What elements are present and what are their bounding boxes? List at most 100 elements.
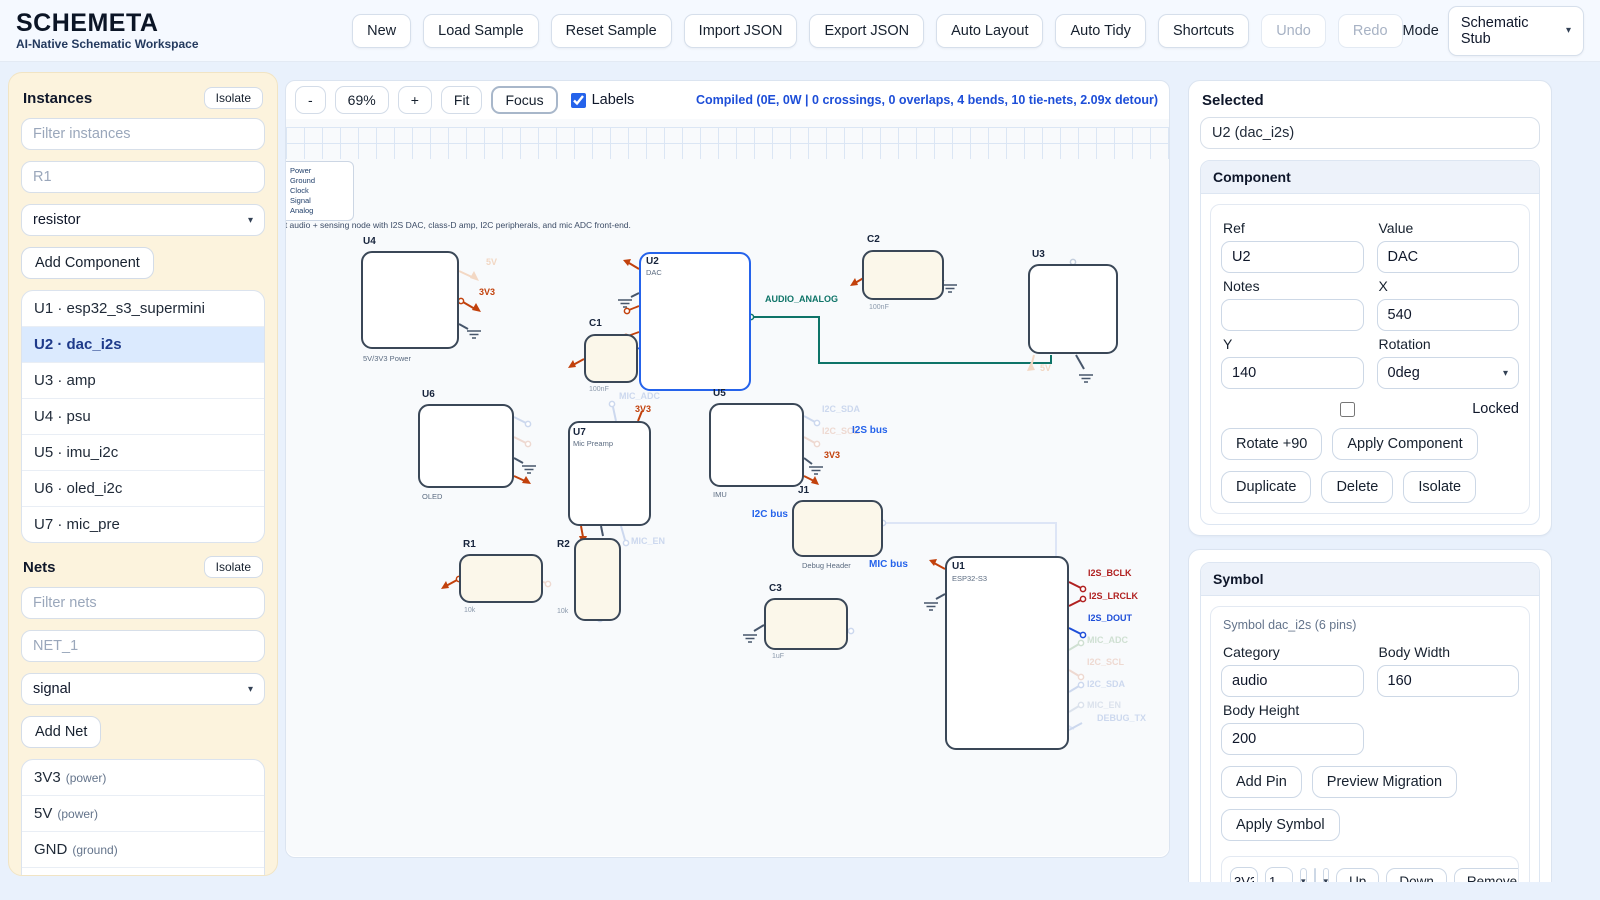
header-toolbar: New Load Sample Reset Sample Import JSON… bbox=[352, 14, 1402, 48]
canvas-panel: - 69% + Fit Focus Labels Compiled (0E, 0… bbox=[285, 80, 1170, 858]
export-json-button[interactable]: Export JSON bbox=[809, 14, 924, 48]
instances-isolate-button[interactable]: Isolate bbox=[204, 87, 263, 109]
net-type-select[interactable]: signal ▾ bbox=[21, 673, 265, 705]
right-sidebar: Selected Component Ref Value bbox=[1188, 80, 1552, 882]
net-item-gnd[interactable]: GND(ground) bbox=[22, 832, 264, 868]
instance-item-u5[interactable]: U5 · imu_i2c bbox=[22, 435, 264, 471]
instance-item-u2[interactable]: U2 · dac_i2s bbox=[22, 327, 264, 363]
new-net-input[interactable] bbox=[21, 630, 265, 662]
new-ref-input[interactable] bbox=[21, 161, 265, 193]
ref-u6: U6 bbox=[422, 389, 435, 400]
component-c1[interactable] bbox=[584, 334, 638, 383]
category-input[interactable] bbox=[1221, 665, 1364, 697]
pin-number-input[interactable] bbox=[1265, 867, 1293, 882]
component-c2[interactable] bbox=[862, 250, 944, 300]
nets-isolate-button[interactable]: Isolate bbox=[204, 556, 263, 578]
ref-r2: R2 bbox=[557, 539, 570, 550]
component-u4[interactable] bbox=[361, 251, 459, 349]
x-input[interactable] bbox=[1377, 299, 1520, 331]
zoom-out-button[interactable]: - bbox=[295, 86, 326, 114]
selected-card: Selected Component Ref Value bbox=[1188, 80, 1552, 536]
instances-list: U1 · esp32_s3_supermini U2 · dac_i2s U3 … bbox=[21, 290, 265, 543]
component-r2[interactable] bbox=[574, 538, 621, 621]
chevron-down-icon: ▾ bbox=[248, 684, 253, 695]
notes-input[interactable] bbox=[1221, 299, 1364, 331]
net-item-3v3[interactable]: 3V3(power) bbox=[22, 760, 264, 796]
instance-item-u7[interactable]: U7 · mic_pre bbox=[22, 507, 264, 542]
add-net-button[interactable]: Add Net bbox=[21, 716, 101, 748]
net-item-5v[interactable]: 5V(power) bbox=[22, 796, 264, 832]
shortcuts-button[interactable]: Shortcuts bbox=[1158, 14, 1249, 48]
instance-item-u1[interactable]: U1 · esp32_s3_supermini bbox=[22, 291, 264, 327]
component-j1[interactable] bbox=[792, 500, 883, 557]
filter-instances-input[interactable] bbox=[21, 118, 265, 150]
fit-button[interactable]: Fit bbox=[441, 86, 483, 114]
mode-select[interactable]: Schematic Stub ▾ bbox=[1448, 6, 1584, 56]
zoom-in-button[interactable]: + bbox=[398, 86, 432, 114]
load-sample-button[interactable]: Load Sample bbox=[423, 14, 538, 48]
canvas-toolbar: - 69% + Fit Focus Labels Compiled (0E, 0… bbox=[286, 81, 1169, 119]
y-label: Y bbox=[1223, 336, 1362, 352]
apply-symbol-button[interactable]: Apply Symbol bbox=[1221, 809, 1340, 841]
preview-migration-button[interactable]: Preview Migration bbox=[1312, 766, 1457, 798]
net-label-i2c-bus: I2C bus bbox=[736, 509, 788, 520]
component-c3[interactable] bbox=[764, 598, 848, 650]
pin-up-button[interactable]: Up bbox=[1336, 868, 1379, 883]
instance-item-u6[interactable]: U6 · oled_i2c bbox=[22, 471, 264, 507]
selected-value-input[interactable] bbox=[1200, 117, 1540, 149]
component-u3[interactable] bbox=[1028, 264, 1118, 354]
ref-r1: R1 bbox=[463, 539, 476, 550]
auto-layout-button[interactable]: Auto Layout bbox=[936, 14, 1043, 48]
component-u6[interactable] bbox=[418, 404, 514, 488]
add-pin-button[interactable]: Add Pin bbox=[1221, 766, 1302, 798]
net-label-3v3-u5: 3V3 bbox=[824, 450, 840, 460]
reset-sample-button[interactable]: Reset Sample bbox=[551, 14, 672, 48]
pin-label-mic-adc: MIC_ADC bbox=[1087, 635, 1128, 645]
apply-component-button[interactable]: Apply Component bbox=[1332, 428, 1477, 460]
body-width-input[interactable] bbox=[1377, 665, 1520, 697]
undo-button[interactable]: Undo bbox=[1261, 14, 1326, 48]
redo-button[interactable]: Redo bbox=[1338, 14, 1403, 48]
nets-title: Nets bbox=[23, 559, 56, 576]
isolate-component-button[interactable]: Isolate bbox=[1403, 471, 1476, 503]
net-item-i2s-bclk[interactable]: I2S_BCLK(clock) bbox=[22, 868, 264, 876]
component-u1[interactable] bbox=[945, 556, 1069, 750]
component-u5[interactable] bbox=[709, 403, 804, 487]
rotation-select[interactable]: 0deg ▾ bbox=[1377, 357, 1520, 389]
value-input[interactable] bbox=[1377, 241, 1520, 273]
y-input[interactable] bbox=[1221, 357, 1364, 389]
rotate-90-button[interactable]: Rotate +90 bbox=[1221, 428, 1322, 460]
chevron-down-icon: ▾ bbox=[1324, 876, 1329, 883]
instance-item-u4[interactable]: U4 · psu bbox=[22, 399, 264, 435]
pin-side-select[interactable]: ▾ bbox=[1300, 868, 1307, 882]
focus-button[interactable]: Focus bbox=[491, 86, 557, 114]
delete-button[interactable]: Delete bbox=[1321, 471, 1393, 503]
body-height-input[interactable] bbox=[1221, 723, 1364, 755]
ref-u1: U1 bbox=[952, 561, 965, 572]
legend-analog: Analog bbox=[290, 206, 353, 216]
labels-checkbox[interactable] bbox=[571, 93, 586, 108]
auto-tidy-button[interactable]: Auto Tidy bbox=[1055, 14, 1145, 48]
schematic-viewport[interactable]: Power Ground Clock Signal Analog rt audi… bbox=[286, 119, 1169, 856]
pin-remove-button[interactable]: Remove bbox=[1454, 868, 1519, 883]
net-label-5v-u4: 5V bbox=[486, 257, 497, 267]
duplicate-button[interactable]: Duplicate bbox=[1221, 471, 1311, 503]
filter-nets-input[interactable] bbox=[21, 587, 265, 619]
instances-title: Instances bbox=[23, 90, 92, 107]
add-component-button[interactable]: Add Component bbox=[21, 247, 154, 279]
instance-item-u3[interactable]: U3 · amp bbox=[22, 363, 264, 399]
import-json-button[interactable]: Import JSON bbox=[684, 14, 798, 48]
new-button[interactable]: New bbox=[352, 14, 411, 48]
sub-u6: OLED bbox=[422, 492, 442, 501]
pin-net-input[interactable] bbox=[1314, 868, 1316, 882]
zoom-level-button[interactable]: 69% bbox=[335, 86, 389, 114]
component-r1[interactable] bbox=[459, 554, 543, 603]
pin-name-input[interactable] bbox=[1230, 867, 1258, 882]
component-type-select[interactable]: resistor ▾ bbox=[21, 204, 265, 236]
category-label: Category bbox=[1223, 644, 1362, 660]
pin-type-select[interactable]: ▾ bbox=[1323, 868, 1330, 882]
value-r2: 10k bbox=[557, 608, 568, 615]
ref-input[interactable] bbox=[1221, 241, 1364, 273]
locked-checkbox[interactable] bbox=[1340, 402, 1355, 417]
pin-down-button[interactable]: Down bbox=[1386, 868, 1447, 883]
